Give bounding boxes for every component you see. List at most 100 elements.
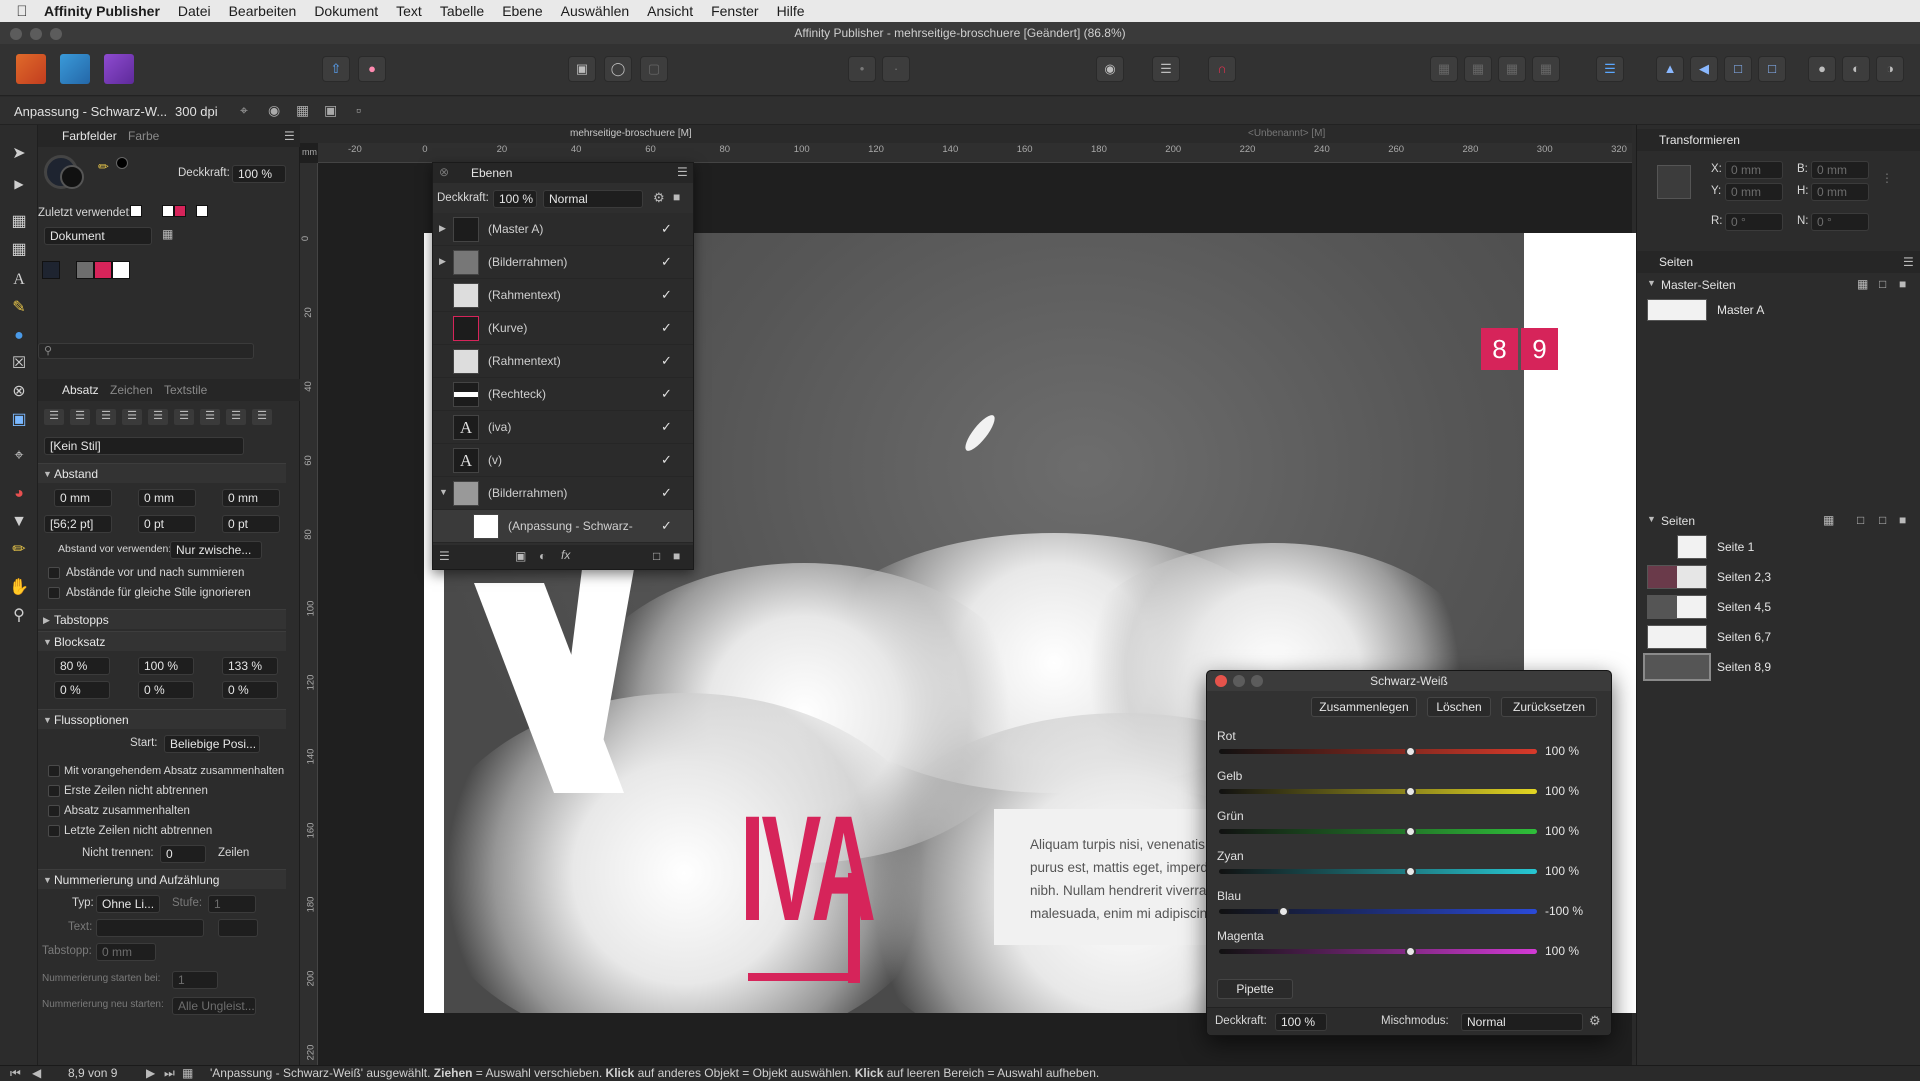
tab-zeichen[interactable]: Zeichen (110, 383, 153, 397)
slider-track[interactable] (1219, 949, 1537, 954)
align-spine-icon[interactable]: ☰ (226, 409, 246, 425)
pages-section[interactable]: ▼ Seiten ▦ □ □ ■ (1637, 511, 1920, 531)
section-blocksatz[interactable]: ▼ Blocksatz (38, 631, 286, 651)
slider-handle[interactable] (1404, 826, 1416, 837)
doc-swatch-gray[interactable] (76, 261, 94, 279)
boolean-subtract-icon[interactable]: ◐ (1842, 56, 1870, 82)
section-abstand[interactable]: ▼ Abstand (38, 463, 286, 483)
layer-settings-gear-icon[interactable]: ⚙ (653, 190, 665, 206)
headline-iva[interactable]: IVA (740, 793, 876, 943)
anchor-selector-icon[interactable] (1657, 165, 1691, 199)
layer-lock-icon[interactable]: ■ (673, 190, 680, 204)
menu-app-name[interactable]: Affinity Publisher (44, 3, 160, 19)
layer-visibility-check[interactable]: ✓ (661, 254, 672, 270)
flip-vertical-icon[interactable]: ◀ (1690, 56, 1718, 82)
space-after-field[interactable]: 0 pt (222, 515, 280, 533)
page-indicator[interactable]: 8,9 von 9 (68, 1066, 117, 1081)
doc-swatch-accent[interactable] (94, 261, 112, 279)
bw-close-button[interactable] (1215, 675, 1227, 687)
list-restart-select[interactable]: Alle Ungleist... (172, 997, 256, 1015)
panel-menu-icon[interactable]: ☰ (284, 129, 295, 143)
keep-with-previous-checkbox[interactable] (48, 765, 60, 777)
vector-crop-tool-icon[interactable]: ⌖ (8, 445, 30, 467)
add-master-icon[interactable]: ▦ (1857, 277, 1868, 291)
menu-datei[interactable]: Datei (178, 3, 211, 19)
pages-8-9-label[interactable]: Seiten 8,9 (1717, 660, 1771, 674)
palette-grid-icon[interactable]: ▦ (162, 227, 173, 241)
layer-visibility-check[interactable]: ✓ (661, 320, 672, 336)
page-1-thumbnail[interactable] (1677, 535, 1707, 559)
bw-minimize-button[interactable] (1233, 675, 1245, 687)
recent-swatch-1[interactable] (130, 205, 142, 217)
slider-value[interactable]: 100 % (1545, 864, 1609, 878)
first-page-icon[interactable]: ⏮ (10, 1066, 21, 1081)
adjustment-layer-icon[interactable]: ◐ (539, 549, 546, 563)
collapse-arrow-icon[interactable]: ▼ (1647, 278, 1656, 288)
boolean-add-icon[interactable]: ● (1808, 56, 1836, 82)
justify-left-icon[interactable]: ☰ (122, 409, 142, 425)
no-orphans-checkbox[interactable] (48, 785, 60, 797)
sum-spacing-checkbox[interactable] (48, 567, 60, 579)
bw-settings-gear-icon[interactable]: ⚙ (1589, 1013, 1601, 1029)
node-tool-icon[interactable]: ▶ (8, 173, 30, 195)
arrange-forward-icon[interactable]: ▦ (1498, 56, 1526, 82)
slider-handle[interactable] (1404, 746, 1416, 757)
justify-center-icon[interactable]: ☰ (148, 409, 168, 425)
bw-opacity-field[interactable]: 100 % (1275, 1013, 1327, 1031)
doc-swatch-white[interactable] (112, 261, 130, 279)
slider-value[interactable]: -100 % (1545, 904, 1609, 918)
move-tool-icon[interactable]: ➤ (8, 143, 30, 165)
text-frame-icon[interactable]: ☰ (1152, 56, 1180, 82)
page-number-right[interactable]: 9 (1521, 328, 1558, 370)
replace-image-icon[interactable]: ▫ (356, 102, 361, 118)
table-tool-icon[interactable]: ▦ (8, 239, 30, 261)
window-minimize-button[interactable] (30, 28, 42, 40)
layer-row[interactable]: ▼ (Bilderrahmen) ✓ (433, 477, 693, 510)
layer-row[interactable]: (Rahmentext) ✓ (433, 279, 693, 312)
mask-icon[interactable]: ▣ (515, 549, 526, 563)
pin-alt-icon[interactable]: · (882, 56, 910, 82)
share-icon[interactable]: ⇧ (322, 56, 350, 82)
first-indent-field[interactable]: 0 mm (222, 489, 280, 507)
layer-visibility-check[interactable]: ✓ (661, 221, 672, 237)
slider-track[interactable] (1219, 869, 1537, 874)
layers-close-icon[interactable]: ⊗ (439, 165, 449, 179)
transform-r-field[interactable]: 0 ° (1725, 213, 1783, 231)
pages-2-3-label[interactable]: Seiten 2,3 (1717, 570, 1771, 584)
doc-swatch-dark[interactable] (42, 261, 60, 279)
apple-icon[interactable]:  (0, 3, 44, 20)
layer-row[interactable]: ▶ (Master A) ✓ (433, 213, 693, 246)
pages-6-7-thumbnail[interactable] (1647, 625, 1707, 649)
ellipse-frame-tool-icon[interactable]: ⊗ (8, 381, 30, 403)
letter-spacing-min-field[interactable]: 0 % (54, 681, 110, 699)
menu-hilfe[interactable]: Hilfe (777, 3, 805, 19)
layer-row[interactable]: ▶ (Bilderrahmen) ✓ (433, 246, 693, 279)
pipette-button[interactable]: Pipette (1217, 979, 1293, 999)
justify-all-icon[interactable]: ☰ (200, 409, 220, 425)
slider-handle[interactable] (1277, 906, 1289, 917)
page-spread-icon[interactable]: ▦ (1823, 513, 1834, 527)
section-tabstopps[interactable]: ▶ Tabstopps (38, 609, 286, 629)
menu-fenster[interactable]: Fenster (711, 3, 758, 19)
recent-swatch-4[interactable] (196, 205, 208, 217)
bleed-view-icon[interactable]: ▢ (640, 56, 668, 82)
add-layer-icon[interactable]: □ (653, 549, 660, 563)
duplicate-master-icon[interactable]: □ (1879, 277, 1886, 291)
delete-master-icon[interactable]: ■ (1899, 277, 1906, 291)
page-1-label[interactable]: Seite 1 (1717, 540, 1754, 554)
layer-row[interactable]: (Rahmentext) ✓ (433, 345, 693, 378)
slider-value[interactable]: 100 % (1545, 744, 1609, 758)
align-left-icon[interactable]: ☰ (1596, 56, 1624, 82)
expand-arrow-icon[interactable]: ▶ (439, 256, 446, 267)
transform-n-field[interactable]: 0 ° (1811, 213, 1869, 231)
layer-visibility-check[interactable]: ✓ (661, 485, 672, 501)
transform-b-field[interactable]: 0 mm (1811, 161, 1869, 179)
transparency-tool-icon[interactable]: ▼ (8, 511, 30, 533)
transform-y-field[interactable]: 0 mm (1725, 183, 1783, 201)
layer-row[interactable]: (Rechteck) ✓ (433, 378, 693, 411)
ellipse-tool-icon[interactable]: ● (8, 325, 30, 347)
layer-visibility-check[interactable]: ✓ (661, 452, 672, 468)
frame-view-icon[interactable]: ◯ (604, 56, 632, 82)
tab-farbe[interactable]: Farbe (128, 129, 159, 143)
link-ratio-icon[interactable]: ⋮ (1881, 171, 1893, 185)
